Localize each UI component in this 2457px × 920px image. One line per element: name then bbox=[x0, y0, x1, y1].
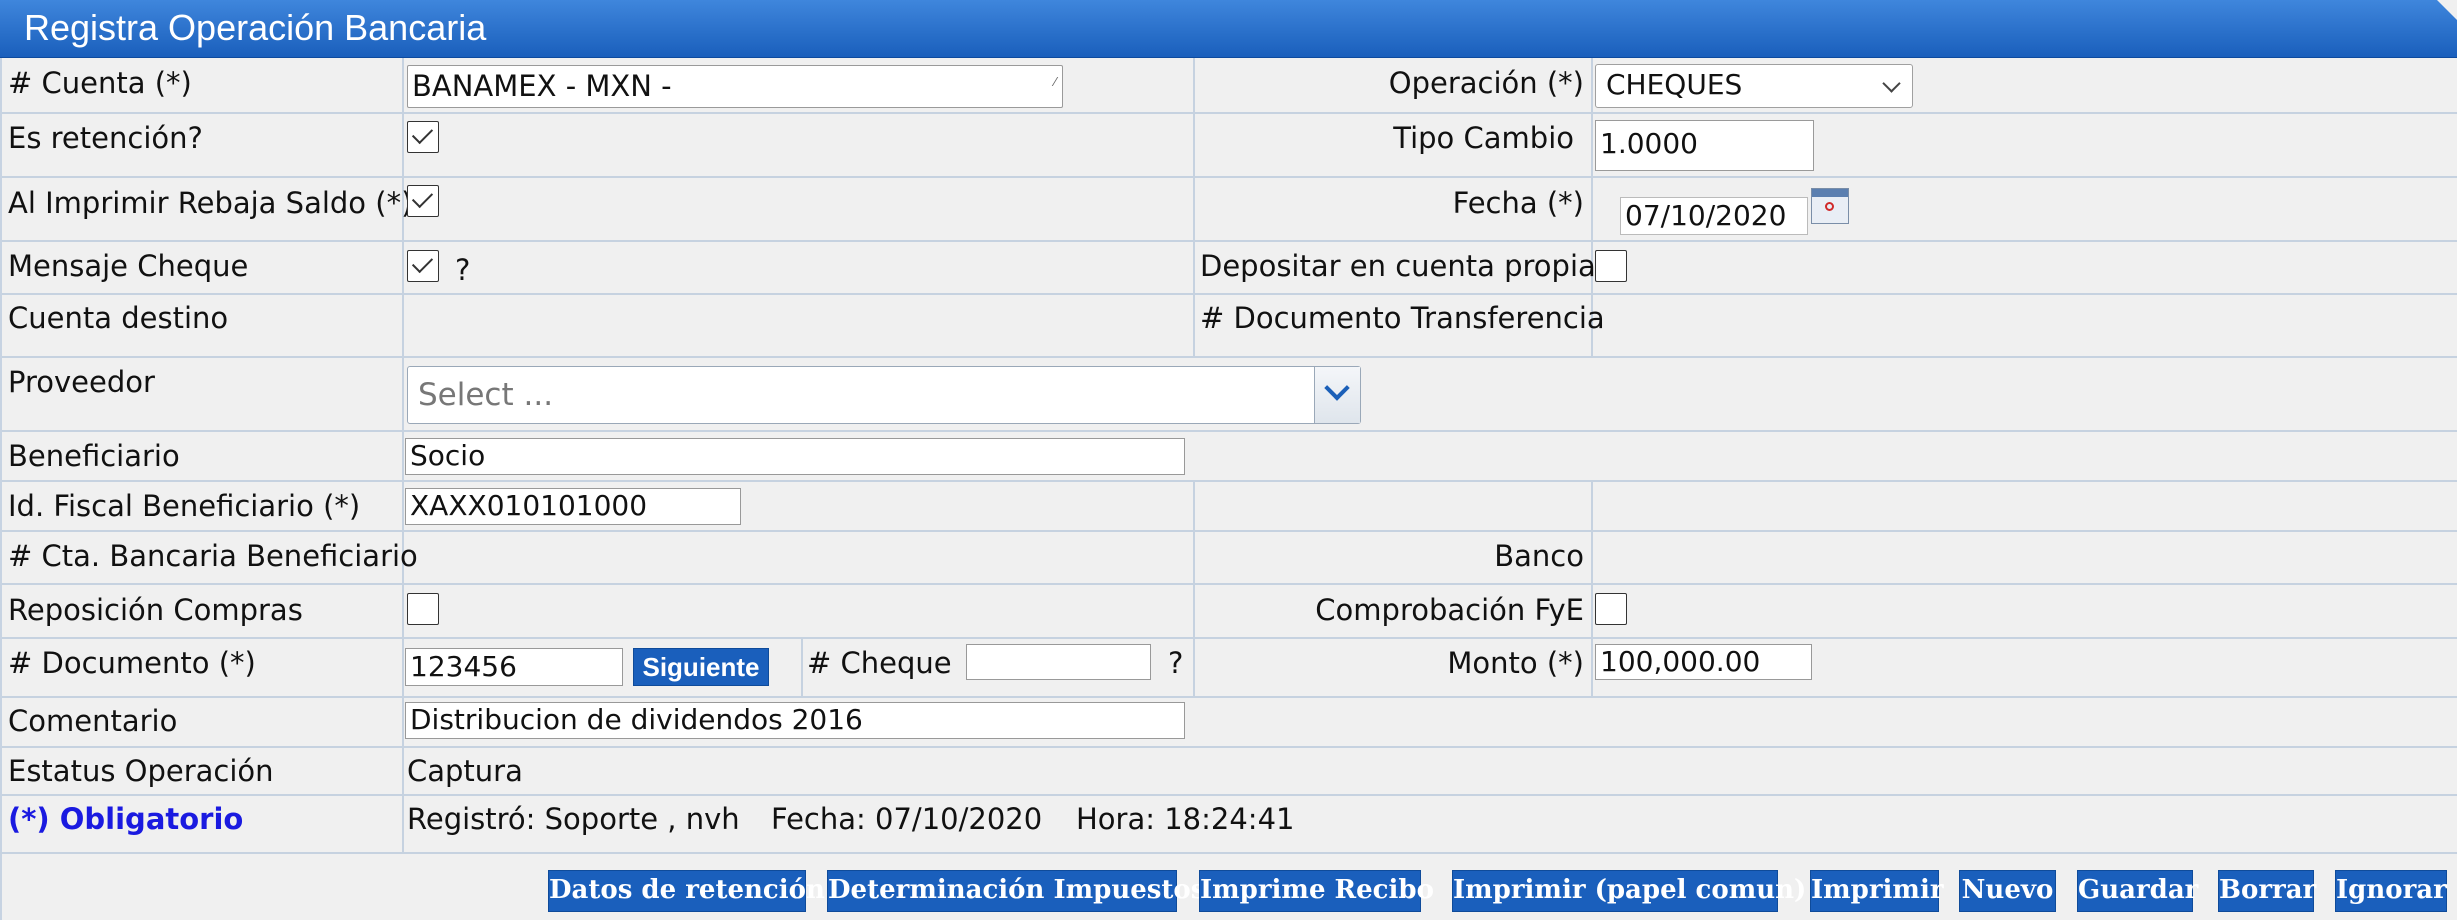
es-retencion-label: Es retención? bbox=[8, 121, 203, 155]
reposicion-compras-checkbox[interactable] bbox=[407, 593, 439, 625]
reposicion-compras-label: Reposición Compras bbox=[8, 593, 303, 627]
cheque-label: # Cheque bbox=[807, 646, 952, 680]
operacion-value: CHEQUES bbox=[1606, 68, 1743, 101]
guardar-button[interactable]: Guardar bbox=[2077, 870, 2198, 912]
depositar-label: Depositar en cuenta propia bbox=[1200, 249, 1596, 283]
imprime-recibo-button[interactable]: Imprime Recibo bbox=[1199, 870, 1434, 912]
nuevo-button[interactable]: Nuevo bbox=[1959, 870, 2056, 912]
chevron-down-icon bbox=[1324, 375, 1350, 401]
documento-label: # Documento (*) bbox=[8, 646, 256, 680]
grid-line bbox=[402, 58, 404, 852]
siguiente-button[interactable]: Siguiente bbox=[633, 648, 769, 686]
id-fiscal-label: Id. Fiscal Beneficiario (*) bbox=[8, 489, 361, 523]
registro-fecha: Fecha: 07/10/2020 bbox=[771, 802, 1043, 836]
grid-line bbox=[2, 637, 2457, 639]
grid-line bbox=[2, 530, 2457, 532]
proveedor-combobox[interactable]: Select ... bbox=[407, 366, 1361, 424]
documento-input[interactable]: 123456 bbox=[405, 648, 623, 686]
chevron-down-icon bbox=[1882, 74, 1901, 93]
grid-line bbox=[801, 638, 803, 696]
es-retencion-checkbox[interactable] bbox=[407, 121, 439, 153]
grid-line bbox=[2, 746, 2457, 748]
cuenta-select[interactable]: BANAMEX - MXN - ⁄ bbox=[407, 65, 1063, 108]
grid-line bbox=[2, 696, 2457, 698]
mensaje-cheque-checkbox[interactable] bbox=[407, 250, 439, 282]
title-bar: Registra Operación Bancaria bbox=[0, 0, 2457, 58]
beneficiario-label: Beneficiario bbox=[8, 439, 180, 473]
id-fiscal-input[interactable]: XAXX010101000 bbox=[405, 488, 741, 525]
proveedor-label: Proveedor bbox=[8, 365, 155, 399]
registro-hora: Hora: 18:24:41 bbox=[1076, 802, 1295, 836]
proveedor-placeholder: Select ... bbox=[418, 377, 554, 413]
grid-line bbox=[2, 240, 2457, 242]
comentario-label: Comentario bbox=[8, 704, 178, 738]
calendar-icon[interactable] bbox=[1811, 188, 1849, 224]
borrar-button[interactable]: Borrar bbox=[2218, 870, 2316, 912]
cuenta-label: # Cuenta (*) bbox=[8, 66, 192, 100]
fecha-input[interactable]: 07/10/2020 bbox=[1620, 197, 1808, 235]
cuenta-destino-label: Cuenta destino bbox=[8, 301, 229, 335]
calendar-icon-marker bbox=[1825, 202, 1834, 211]
resize-grip-icon: ⁄ bbox=[1053, 75, 1056, 89]
depositar-checkbox[interactable] bbox=[1595, 250, 1627, 282]
comentario-input[interactable]: Distribucion de dividendos 2016 bbox=[405, 702, 1185, 739]
grid-line bbox=[2, 583, 2457, 585]
grid-line bbox=[2, 430, 2457, 432]
grid-line bbox=[1193, 480, 1195, 696]
rebaja-saldo-label: Al Imprimir Rebaja Saldo (*) bbox=[8, 186, 413, 220]
mensaje-cheque-help[interactable]: ? bbox=[455, 253, 470, 287]
banco-label: Banco bbox=[1494, 539, 1584, 573]
imprimir-button[interactable]: Imprimir bbox=[1810, 870, 1944, 912]
grid-line bbox=[2, 112, 2457, 114]
cta-bancaria-label: # Cta. Bancaria Beneficiario bbox=[8, 539, 418, 573]
estatus-value: Captura bbox=[407, 754, 523, 788]
tipo-cambio-input[interactable]: 1.0000 bbox=[1595, 120, 1814, 171]
monto-input[interactable]: 100,000.00 bbox=[1595, 644, 1812, 680]
beneficiario-input[interactable]: Socio bbox=[405, 438, 1185, 475]
monto-label: Monto (*) bbox=[1447, 646, 1584, 680]
ignorar-button[interactable]: Ignorar bbox=[2335, 870, 2447, 912]
window-title: Registra Operación Bancaria bbox=[24, 7, 487, 48]
grid-line bbox=[1193, 58, 1195, 356]
obligatorio-note: (*) Obligatorio bbox=[8, 802, 244, 836]
title-corner bbox=[2437, 0, 2457, 20]
documento-transferencia-label: # Documento Transferencia bbox=[1200, 301, 1605, 335]
imprimir-papel-comun-button[interactable]: Imprimir (papel comun) bbox=[1452, 870, 1806, 912]
estatus-label: Estatus Operación bbox=[8, 754, 274, 788]
registro-user: Registró: Soporte , nvh bbox=[407, 802, 740, 836]
datos-retencion-button[interactable]: Datos de retención bbox=[548, 870, 825, 912]
operacion-select[interactable]: CHEQUES bbox=[1595, 64, 1913, 108]
grid-line bbox=[2, 293, 2457, 295]
proveedor-dropdown-button[interactable] bbox=[1314, 367, 1360, 423]
comprobacion-fye-checkbox[interactable] bbox=[1595, 593, 1627, 625]
grid-line bbox=[2, 356, 2457, 358]
calendar-icon-header bbox=[1812, 189, 1848, 197]
rebaja-saldo-checkbox[interactable] bbox=[407, 185, 439, 217]
grid-line bbox=[2, 480, 2457, 482]
cheque-input[interactable] bbox=[966, 644, 1151, 680]
cuenta-value: BANAMEX - MXN - bbox=[412, 69, 672, 103]
grid-line bbox=[2, 176, 2457, 178]
grid-line bbox=[0, 852, 2457, 854]
mensaje-cheque-label: Mensaje Cheque bbox=[8, 249, 249, 283]
cheque-help[interactable]: ? bbox=[1168, 646, 1183, 680]
grid-line bbox=[2, 794, 2457, 796]
fecha-label: Fecha (*) bbox=[1452, 186, 1584, 220]
determinacion-impuestos-button[interactable]: Determinación Impuestos bbox=[827, 870, 1205, 912]
comprobacion-fye-label: Comprobación FyE bbox=[1315, 593, 1584, 627]
tipo-cambio-label: Tipo Cambio bbox=[1393, 121, 1574, 155]
operacion-label: Operación (*) bbox=[1388, 66, 1584, 100]
grid-line bbox=[1591, 480, 1593, 696]
